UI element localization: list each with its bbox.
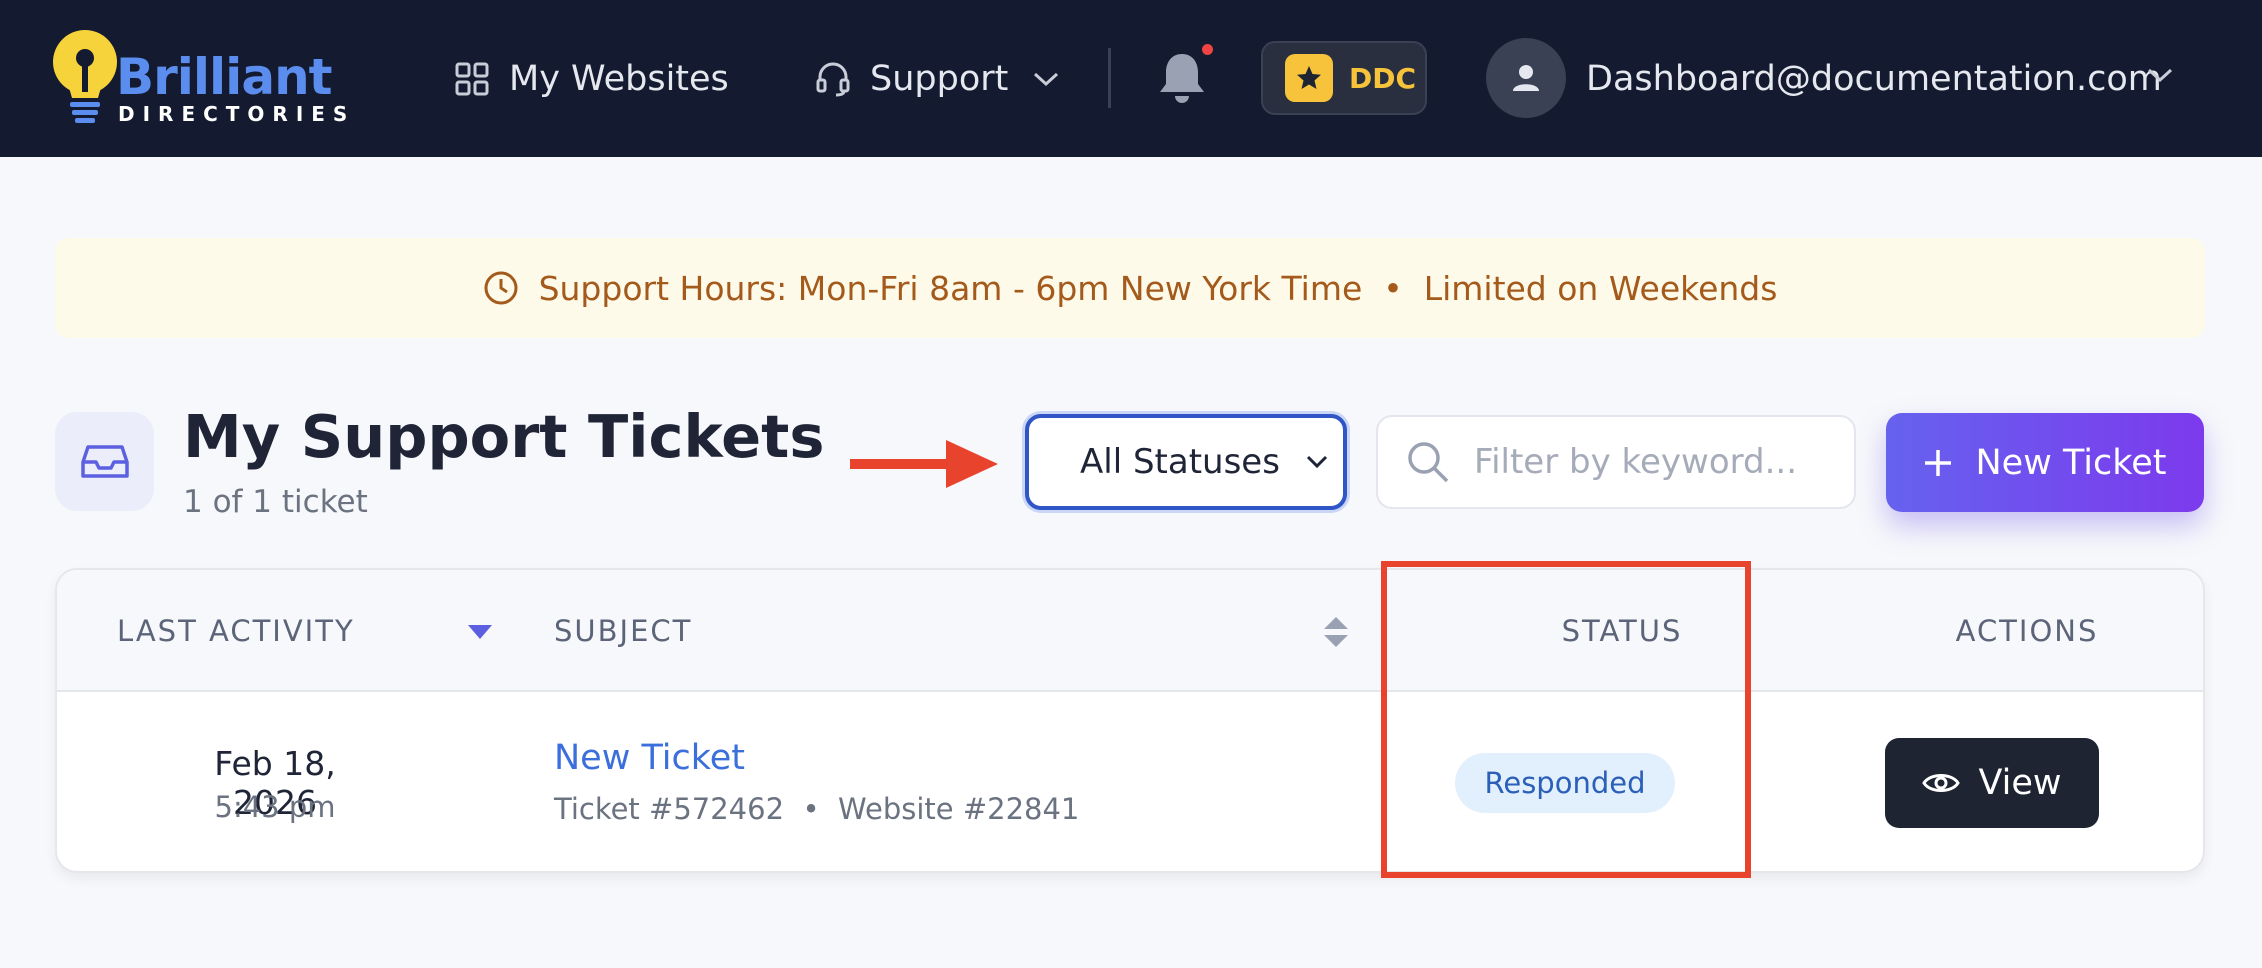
bell-icon[interactable] <box>1156 50 1208 106</box>
ticket-meta: Ticket #572462 • Website #22841 <box>554 792 1080 826</box>
column-last-activity[interactable]: LAST ACTIVITY <box>117 570 355 692</box>
column-actions: ACTIONS <box>1955 614 2099 648</box>
sort-icon[interactable] <box>1323 616 1349 648</box>
nav-my-websites-label: My Websites <box>509 58 729 99</box>
support-hours-banner: Support Hours: Mon-Fri 8am - 6pm New Yor… <box>55 238 2205 338</box>
notification-dot <box>1200 42 1215 57</box>
tickets-table: LAST ACTIVITY SUBJECT STATUS ACTIONS Feb… <box>55 568 2205 873</box>
user-email[interactable]: Dashboard@documentation.com <box>1586 0 2162 157</box>
star-icon <box>1285 54 1333 102</box>
new-ticket-label: New Ticket <box>1975 442 2167 483</box>
search-icon <box>1408 442 1449 483</box>
nav-divider <box>1108 48 1111 108</box>
logo-subtitle: DIRECTORIES <box>118 102 356 126</box>
ddc-label: DDC <box>1349 61 1417 95</box>
clock-icon <box>484 271 518 305</box>
ticket-count: 1 of 1 ticket <box>183 484 368 520</box>
nav-my-websites[interactable]: My Websites <box>455 0 729 157</box>
status-filter-select[interactable]: All Statuses <box>1025 414 1347 510</box>
plus-icon <box>1925 449 1952 476</box>
new-ticket-button[interactable]: New Ticket <box>1886 413 2204 512</box>
brand-logo[interactable]: Brilliant DIRECTORIES <box>50 26 347 132</box>
chevron-down-icon[interactable] <box>2146 66 2174 84</box>
last-activity-time: 5:43 pm <box>214 790 336 824</box>
status-column-highlight <box>1381 561 1751 878</box>
view-button[interactable]: View <box>1885 738 2099 828</box>
grid-icon <box>455 62 489 95</box>
user-icon <box>1513 65 1539 91</box>
nav-support-label: Support <box>870 58 1009 99</box>
bulb-icon <box>53 30 117 123</box>
banner-text: Support Hours: Mon-Fri 8am - 6pm New Yor… <box>538 268 1778 308</box>
ddc-badge[interactable]: DDC <box>1261 41 1427 115</box>
arrow-right-icon <box>850 440 998 488</box>
page-title: My Support Tickets <box>183 402 825 471</box>
keyword-search[interactable] <box>1376 415 1856 509</box>
chevron-down-icon <box>1306 455 1328 469</box>
view-button-label: View <box>1978 763 2062 803</box>
logo-wordmark: Brilliant <box>116 48 333 106</box>
nav-support[interactable]: Support <box>816 0 1060 157</box>
avatar[interactable] <box>1486 38 1566 118</box>
status-filter-value: All Statuses <box>1080 442 1280 482</box>
headset-icon <box>816 62 850 96</box>
sort-down-icon[interactable] <box>467 624 493 640</box>
top-navbar: Brilliant DIRECTORIES My Websites Suppor… <box>0 0 2262 157</box>
search-input[interactable] <box>1474 442 1814 482</box>
chevron-down-icon <box>1034 72 1059 86</box>
table-header: LAST ACTIVITY SUBJECT STATUS ACTIONS <box>57 570 2203 692</box>
eye-icon <box>1922 774 1961 792</box>
ticket-subject-link[interactable]: New Ticket <box>554 738 745 778</box>
column-subject[interactable]: SUBJECT <box>554 570 692 692</box>
inbox-icon <box>55 412 154 511</box>
